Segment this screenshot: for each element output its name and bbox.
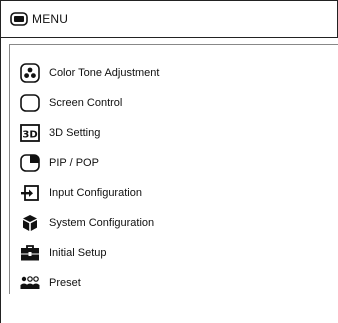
menu-item-label: Color Tone Adjustment	[49, 67, 160, 79]
system-cube-icon	[20, 213, 40, 233]
toolbox-icon	[20, 243, 40, 263]
menu-item-label: PIP / POP	[49, 157, 99, 169]
menu-item-input-configuration[interactable]: Input Configuration	[20, 181, 142, 205]
color-tone-icon	[20, 63, 40, 83]
menu-item-screen-control[interactable]: Screen Control	[20, 91, 122, 115]
menu-item-3d-setting[interactable]: 3D 3D Setting	[20, 121, 100, 145]
menu-item-label: System Configuration	[49, 217, 155, 229]
menu-item-pip-pop[interactable]: PIP / POP	[20, 151, 99, 175]
menu-item-preset[interactable]: Preset	[20, 271, 81, 295]
menu-item-label: 3D Setting	[49, 127, 101, 139]
menu-list: Color Tone Adjustment Screen Control 3D	[9, 44, 338, 294]
menu-item-label: Screen Control	[49, 97, 123, 109]
input-icon	[20, 183, 40, 203]
menu-item-system-configuration[interactable]: System Configuration	[20, 211, 154, 235]
menu-item-color-tone-adjustment[interactable]: Color Tone Adjustment	[20, 61, 159, 85]
menu-header: MENU	[0, 0, 338, 38]
users-icon	[20, 273, 40, 293]
menu-item-label: Input Configuration	[49, 187, 142, 199]
menu-item-initial-setup[interactable]: Initial Setup	[20, 241, 106, 265]
osd-menu: MENU Color Tone Adjustment Screen Contro…	[0, 0, 338, 323]
menu-item-label: Preset	[49, 277, 81, 289]
monitor-icon	[10, 12, 28, 26]
screen-icon	[20, 93, 40, 113]
svg-text:3D: 3D	[22, 130, 37, 141]
pip-icon	[20, 153, 40, 173]
menu-body: Color Tone Adjustment Screen Control 3D	[0, 37, 338, 323]
menu-title: MENU	[32, 12, 69, 26]
3d-icon: 3D	[20, 123, 40, 143]
menu-item-label: Initial Setup	[49, 247, 107, 259]
